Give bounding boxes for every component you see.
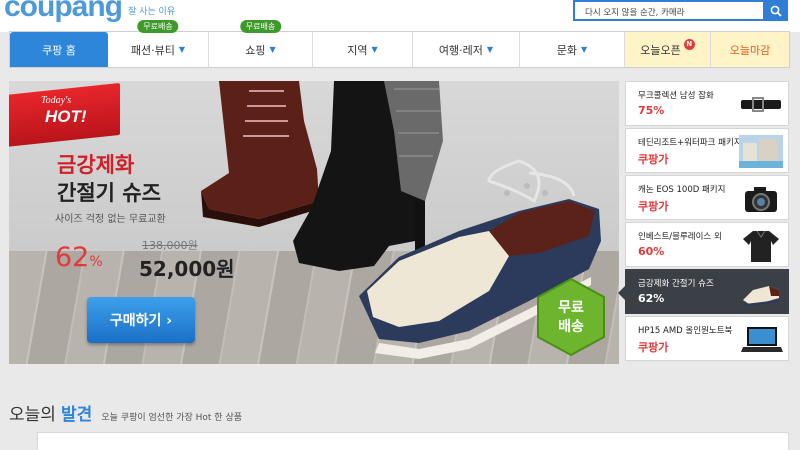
nav-tab-label: 쿠팡 홈 <box>42 43 76 57</box>
chevron-down-icon: ▼ <box>581 45 588 54</box>
coupang-logo[interactable]: coupang <box>4 0 123 24</box>
discount-unit: % <box>89 254 103 270</box>
deal-name: 무크콜렉션 남성 잡화 <box>638 91 714 101</box>
nav-tab-shopping[interactable]: 무료배송 쇼핑 ▼ <box>209 20 313 67</box>
hero-title-line2: 간절기 슈즈 <box>57 181 161 205</box>
deal-name: 금강제화 간절기 슈즈 <box>638 279 714 289</box>
hero-banner[interactable]: Today's HOT! 금강제화 간절기 슈즈 사이즈 걱정 없는 무료교환 … <box>9 81 619 364</box>
nav-tab-label: 문화 <box>556 43 578 57</box>
free-shipping-pill: 무료배송 <box>239 20 282 33</box>
discovery-heading: 오늘의 발견 오늘 쿠팡이 엄선한 가장 Hot 한 상품 <box>9 400 242 425</box>
nav-tab-fashion-beauty[interactable]: 무료배송 패션·뷰티 ▼ <box>108 20 209 67</box>
free-shipping-pill: 무료배송 <box>137 20 179 33</box>
discovery-title-part1: 오늘의 <box>9 405 56 425</box>
side-deal-item[interactable]: 인베스트/블루레이스 외 60% <box>625 222 789 267</box>
hero-discount: 62% <box>55 244 103 271</box>
chevron-down-icon: ▼ <box>371 45 378 54</box>
new-badge: N <box>683 39 695 50</box>
top-header: coupang 잘 사는 이유 다시 오지 않을 순간, 카메라 <box>0 0 800 32</box>
chevron-down-icon: ▼ <box>269 45 276 54</box>
search-icon <box>770 5 782 17</box>
logo-tagline: 잘 사는 이유 <box>128 7 176 17</box>
deal-name: 테딘리조트+워터파크 패키지 <box>638 138 742 148</box>
deal-value: 쿠팡가 <box>638 341 669 354</box>
side-deal-item[interactable]: 테딘리조트+워터파크 패키지 쿠팡가 <box>625 128 789 173</box>
nav-tab-label: 오늘오픈 <box>640 43 681 57</box>
blouse-icon <box>743 230 779 262</box>
sale-price: 52,000원 <box>139 257 235 281</box>
nav-tab-label: 패션·뷰티 <box>130 43 175 57</box>
hero-subtitle: 사이즈 걱정 없는 무료교환 <box>55 214 166 225</box>
free-shipping-line1: 무료 <box>558 300 584 316</box>
nav-tab-region[interactable]: 지역 ▼ <box>313 32 413 67</box>
discount-value: 62 <box>55 242 90 273</box>
camera-icon <box>745 187 777 212</box>
chevron-down-icon: ▼ <box>178 45 186 54</box>
nav-tab-culture[interactable]: 문화 ▼ <box>520 32 625 67</box>
discovery-title-part2: 발견 <box>61 405 93 425</box>
hot-label: HOT! <box>45 107 87 126</box>
today-label: Today's <box>41 95 72 106</box>
free-shipping-badge: 무료 배송 <box>535 277 607 357</box>
deal-name: HP15 AMD 올인원노트북 <box>638 326 733 336</box>
deal-value: 60% <box>638 245 665 258</box>
hero-title-line1: 금강제화 <box>57 153 135 177</box>
free-shipping-line2: 배송 <box>558 319 584 335</box>
nav-tab-label: 오늘마감 <box>729 43 771 57</box>
original-price: 138,000원 <box>142 239 198 252</box>
buy-button[interactable]: 구매하기 › <box>87 297 195 343</box>
nav-tab-label: 쇼핑 <box>245 43 266 57</box>
laptop-icon <box>741 327 783 352</box>
shoe-icon <box>743 286 779 306</box>
main-nav: 쿠팡 홈 무료배송 패션·뷰티 ▼ 무료배송 쇼핑 ▼ 지역 ▼ 여행·레저 ▼ 문화 ▼… <box>9 20 790 68</box>
side-deal-list: 무크콜렉션 남성 잡화 75% 테딘리조트+워터파크 패키지 쿠팡가 캐논 EO… <box>618 81 789 371</box>
nav-tab-travel-leisure[interactable]: 여행·레저 ▼ <box>413 32 520 67</box>
deal-name: 인베스트/블루레이스 외 <box>638 232 722 242</box>
side-deal-item[interactable]: HP15 AMD 올인원노트북 쿠팡가 <box>625 316 789 361</box>
deal-value: 75% <box>638 104 665 117</box>
search-input[interactable]: 다시 오지 않을 순간, 카메라 <box>573 0 787 21</box>
chevron-down-icon: ▼ <box>486 45 494 54</box>
side-deal-item[interactable]: 캐논 EOS 100D 패키지 쿠팡가 <box>625 175 789 220</box>
deal-value: 62% <box>638 292 665 305</box>
deal-value: 쿠팡가 <box>638 200 669 213</box>
deal-value: 쿠팡가 <box>638 153 669 166</box>
nav-tab-today-closing[interactable]: 오늘마감 <box>711 32 789 67</box>
selection-arrow-icon <box>618 285 626 301</box>
search-button[interactable] <box>763 0 788 21</box>
discovery-panel <box>37 432 789 450</box>
nav-tab-today-open[interactable]: 오늘오픈 N <box>625 32 711 67</box>
resort-icon <box>739 135 783 168</box>
side-deal-item-selected[interactable]: 금강제화 간절기 슈즈 62% <box>618 269 789 314</box>
nav-tab-label: 지역 <box>347 43 368 57</box>
deal-name: 캐논 EOS 100D 패키지 <box>638 185 726 195</box>
nav-tab-label: 여행·레저 <box>438 43 483 57</box>
discovery-subtitle: 오늘 쿠팡이 엄선한 가장 Hot 한 상품 <box>101 413 242 423</box>
nav-tab-home[interactable]: 쿠팡 홈 <box>10 32 108 67</box>
belt-icon <box>741 97 781 112</box>
side-deal-item[interactable]: 무크콜렉션 남성 잡화 75% <box>625 81 789 126</box>
